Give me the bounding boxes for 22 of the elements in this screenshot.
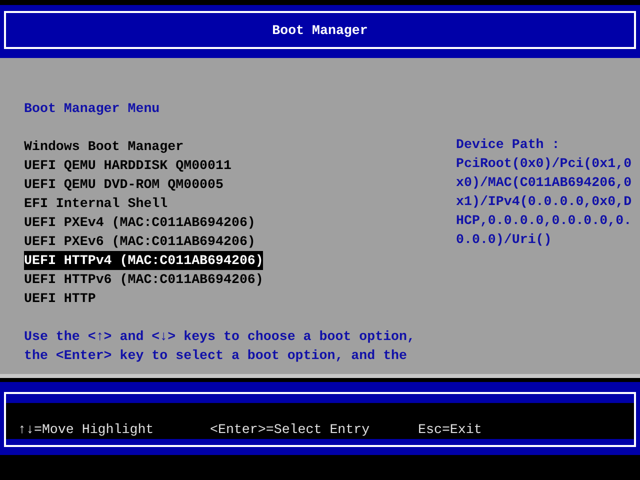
window-title: Boot Manager [272, 22, 368, 38]
boot-option[interactable]: UEFI HTTPv4 (MAC:C011AB694206) [24, 251, 264, 270]
boot-option[interactable]: UEFI PXEv6 (MAC:C011AB694206) [24, 232, 256, 251]
boot-option[interactable]: UEFI HTTPv6 (MAC:C011AB694206) [24, 270, 264, 289]
device-path-text: PciRoot(0x0)/Pci(0x1,0 [456, 155, 632, 173]
device-path-text: HCP,0.0.0.0,0.0.0.0,0. [456, 212, 632, 230]
help-text: the <Enter> key to select a boot option, and the [24, 347, 408, 365]
device-path-text: x1)/IPv4(0.0.0.0,0x0,D [456, 193, 632, 211]
key-hint: ↑↓=Move Highlight [18, 422, 155, 437]
help-text: Use the <↑> and <↓> keys to choose a boot option, [24, 328, 416, 346]
boot-option[interactable]: UEFI QEMU HARDDISK QM00011 [24, 156, 232, 175]
device-path-text: x0)/MAC(C011AB694206,0 [456, 174, 632, 192]
boot-option[interactable]: UEFI HTTP [24, 289, 96, 308]
device-path-text: 0.0.0)/Uri() [456, 231, 553, 249]
device-path-text: Device Path : [456, 136, 561, 154]
boot-option[interactable]: Windows Boot Manager [24, 137, 184, 156]
menu-title: Boot Manager Menu [24, 100, 161, 118]
key-hint: Esc=Exit [418, 422, 482, 437]
key-hint: <Enter>=Select Entry [210, 422, 371, 437]
boot-option[interactable]: EFI Internal Shell [24, 194, 168, 213]
boot-option[interactable]: UEFI QEMU DVD-ROM QM00005 [24, 175, 224, 194]
boot-option[interactable]: UEFI PXEv4 (MAC:C011AB694206) [24, 213, 256, 232]
